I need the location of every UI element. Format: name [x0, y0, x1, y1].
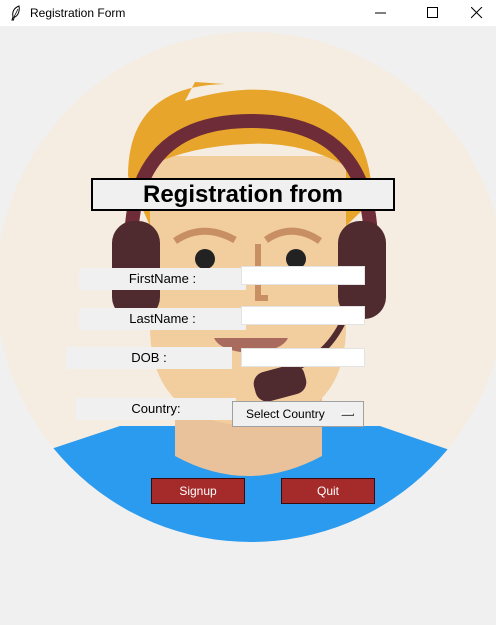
last-name-field[interactable]: [241, 306, 365, 325]
avatar-illustration: [0, 32, 496, 542]
quit-button[interactable]: Quit: [281, 478, 375, 504]
dropdown-indicator-icon: [341, 413, 354, 416]
country-select-value: Select Country: [246, 407, 325, 421]
country-label: Country:: [76, 398, 236, 420]
country-select[interactable]: Select Country: [232, 401, 364, 427]
close-icon: [471, 7, 483, 19]
first-name-label: FirstName :: [79, 268, 246, 290]
dob-label: DOB :: [66, 347, 232, 369]
window-title: Registration Form: [30, 6, 126, 20]
maximize-icon: [427, 7, 438, 18]
maximize-button[interactable]: [410, 0, 456, 26]
close-button[interactable]: [454, 0, 496, 26]
title-bar: Registration Form: [0, 0, 496, 26]
minimize-button[interactable]: [358, 0, 404, 26]
form-heading: Registration from: [91, 178, 395, 211]
form-canvas: Registration from FirstName : LastName :…: [0, 26, 496, 625]
dob-field[interactable]: [241, 348, 365, 367]
feather-icon: [7, 4, 25, 22]
minimize-icon: [375, 12, 386, 14]
last-name-label: LastName :: [79, 308, 246, 330]
signup-button[interactable]: Signup: [151, 478, 245, 504]
first-name-field[interactable]: [241, 266, 365, 285]
